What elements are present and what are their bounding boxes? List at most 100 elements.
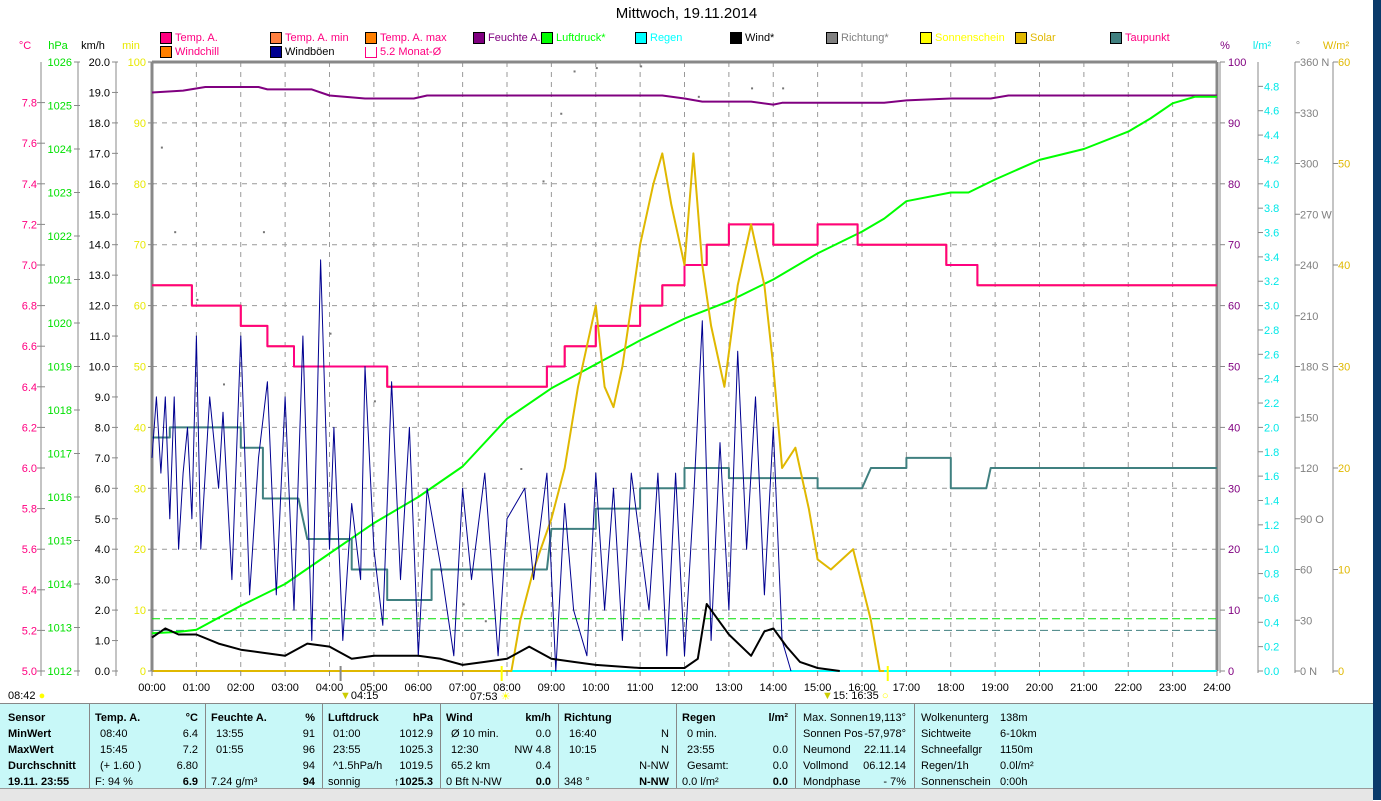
humidity-tick-label: 20	[1228, 544, 1240, 556]
rain-tick-label: 4.2	[1264, 154, 1279, 166]
temp-value: 6.9	[182, 776, 198, 788]
direction-dot	[174, 231, 177, 234]
temp-tick-label: 5.2	[22, 625, 37, 637]
wind-unit: km/h	[525, 712, 551, 724]
direction-dot	[595, 67, 598, 70]
minutes-tick-label: 60	[134, 301, 146, 313]
rain-unit-label: l/m²	[1253, 40, 1272, 52]
direction-dot	[329, 332, 332, 335]
temp-tick-label: 7.4	[22, 179, 37, 191]
wind-tick-label: 14.0	[89, 240, 110, 252]
astro-value: -57,978°	[864, 728, 906, 740]
sensor-row-label: MinWert	[8, 728, 52, 740]
wind-tick-label: 19.0	[89, 87, 110, 99]
temp-tick-label: 7.2	[22, 219, 37, 231]
wind-value: NW 4.8	[514, 744, 551, 756]
wind-tick-label: 4.0	[95, 544, 110, 556]
solar-tick-label: 20	[1338, 463, 1350, 475]
wind-tick-label: 15.0	[89, 209, 110, 221]
wind-tick-label: 0.0	[95, 666, 110, 678]
humidity-unit-label: %	[1220, 40, 1230, 52]
pressure-tick-label: 1021	[48, 275, 72, 287]
temp-value: 6.80	[176, 760, 198, 772]
humidity-tick-label: 50	[1228, 362, 1240, 374]
rain-value: 0.0	[772, 776, 788, 788]
rain-tick-label: 1.0	[1264, 544, 1279, 556]
rain-tick-label: 0.8	[1264, 569, 1279, 581]
moonset-time: 04:15	[350, 690, 379, 702]
astro-value: 19,113°	[868, 712, 906, 724]
weather-chart: 5.0 5.2 5.4 5.6 5.8 6.0 6.2 6.4 6.6 6.8 7.0 7.2 7.4 7…	[19, 40, 1350, 694]
direction-tick-label: 60	[1300, 565, 1312, 577]
temp-tick-label: 6.4	[22, 382, 37, 394]
minutes-tick-label: 20	[134, 544, 146, 556]
humidity-tick-label: 0	[1228, 666, 1234, 678]
astro-value: 22.11.14	[863, 744, 906, 756]
x-tick-label: 20:00	[1026, 682, 1054, 694]
temp-unit-label: °C	[19, 40, 31, 52]
x-tick-label: 02:00	[227, 682, 255, 694]
x-tick-label: 12:00	[671, 682, 699, 694]
humidity-tick-label: 30	[1228, 483, 1240, 495]
humidity-tick-label: 40	[1228, 422, 1240, 434]
misc-value: 138m	[1000, 712, 1028, 724]
minutes-tick-label: 90	[134, 118, 146, 130]
pressure-tick-label: 1017	[48, 449, 72, 461]
humidity-value: 94	[302, 760, 315, 772]
direction-dot	[640, 65, 643, 68]
x-tick-label: 23:00	[1159, 682, 1187, 694]
rain-tick-label: 2.0	[1264, 422, 1279, 434]
sun-icon: ●	[38, 690, 46, 702]
solar-tick-label: 60	[1338, 57, 1350, 69]
window-edge	[1373, 0, 1381, 800]
pressure-value: 1012.9	[399, 728, 433, 740]
wind-tick-label: 2.0	[95, 605, 110, 617]
x-tick-label: 19:00	[981, 682, 1009, 694]
direction-dot	[542, 180, 545, 183]
direction-dot	[560, 112, 563, 115]
pressure-unit: hPa	[412, 712, 433, 724]
sun-icon: ☀	[500, 691, 511, 703]
humidity-tick-label: 80	[1228, 179, 1240, 191]
solar-tick-label: 0	[1338, 666, 1344, 678]
sunrise-left-label: 08:42 ●	[8, 690, 45, 702]
temp-tick-label: 6.2	[22, 422, 37, 434]
summary-panel: Sensor MinWert MaxWert Durchschnitt 19.11. 2…	[0, 703, 1373, 801]
direction-dot	[262, 231, 265, 234]
solar-tick-label: 10	[1338, 565, 1350, 577]
rain-tick-label: 0.6	[1264, 593, 1279, 605]
minutes-tick-label: 10	[134, 605, 146, 617]
rain-tick-label: 2.4	[1264, 374, 1279, 386]
wind-tick-label: 3.0	[95, 575, 110, 587]
wind-tick-label: 18.0	[89, 118, 110, 130]
solar-unit-label: W/m²	[1323, 40, 1350, 52]
temp-tick-label: 5.6	[22, 544, 37, 556]
rain-unit: l/m²	[768, 712, 788, 724]
direction-unit-label: °	[1296, 40, 1300, 52]
rain-tick-label: 2.6	[1264, 349, 1279, 361]
direction-tick-label: 360 N	[1300, 57, 1329, 69]
direction-tick-label: 120	[1300, 463, 1318, 475]
moonrise-time: 15:	[832, 690, 849, 702]
pressure-value: 1025.3	[399, 744, 433, 756]
direction-dot	[697, 95, 700, 98]
moon-icon: ▼	[822, 690, 833, 702]
misc-label: Sichtweite	[921, 728, 972, 740]
direction-tick-label: 90 O	[1300, 514, 1324, 526]
minutes-tick-label: 40	[134, 422, 146, 434]
rain-tick-label: 1.4	[1264, 495, 1279, 507]
sunset-icon: ○	[881, 690, 889, 702]
x-tick-label: 13:00	[715, 682, 743, 694]
direction-dot	[196, 298, 199, 301]
pressure-tick-label: 1015	[48, 536, 72, 548]
direction-tick-label: 330	[1300, 108, 1318, 120]
x-tick-label: 14:00	[759, 682, 787, 694]
wind-tick-label: 7.0	[95, 453, 110, 465]
direction-tick-label: 240	[1300, 260, 1318, 272]
moonset-label: ▼04:15	[340, 690, 378, 702]
rain-tick-label: 2.2	[1264, 398, 1279, 410]
wind-tick-label: 5.0	[95, 514, 110, 526]
temp-tick-label: 6.0	[22, 463, 37, 475]
pressure-tick-label: 1018	[48, 405, 72, 417]
wind-tick-label: 12.0	[89, 301, 110, 313]
